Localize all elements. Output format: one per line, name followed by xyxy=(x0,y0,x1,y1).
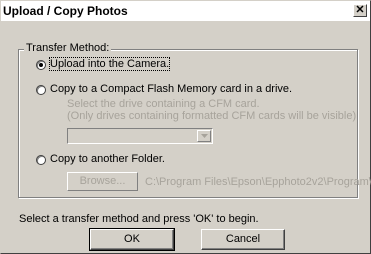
radio-copy-cf-card-label[interactable]: Copy to a Compact Flash Memory card in a… xyxy=(50,83,292,95)
cf-hint-line1: Select the drive containing a CFM card. xyxy=(67,98,260,110)
drive-select[interactable] xyxy=(67,128,213,144)
chevron-down-icon[interactable] xyxy=(197,130,211,142)
status-message: Select a transfer method and press 'OK' … xyxy=(19,213,259,225)
cancel-button[interactable]: Cancel xyxy=(201,229,285,250)
close-button[interactable]: ✕ xyxy=(353,4,367,17)
window-title: Upload / Copy Photos xyxy=(3,4,128,18)
upload-copy-dialog: Upload / Copy Photos ✕ Transfer Method: … xyxy=(0,0,371,254)
transfer-method-legend: Transfer Method: xyxy=(24,42,112,54)
browse-button[interactable]: Browse... xyxy=(67,172,138,191)
radio-copy-folder-button[interactable] xyxy=(36,155,46,165)
cf-hint-line2: (Only drives containing formatted CFM ca… xyxy=(67,110,357,122)
radio-copy-folder-label[interactable]: Copy to another Folder. xyxy=(50,153,165,165)
folder-path: C:\Program Files\Epson\Epphoto2v2\Progra… xyxy=(145,176,371,188)
radio-upload-camera-button[interactable] xyxy=(36,60,46,70)
radio-upload-camera-label[interactable]: Upload into the Camera. xyxy=(48,57,171,71)
title-bar: Upload / Copy Photos ✕ xyxy=(1,1,370,21)
ok-button[interactable]: OK xyxy=(89,228,175,251)
radio-copy-cf-card-button[interactable] xyxy=(36,85,46,95)
close-icon: ✕ xyxy=(355,4,365,16)
